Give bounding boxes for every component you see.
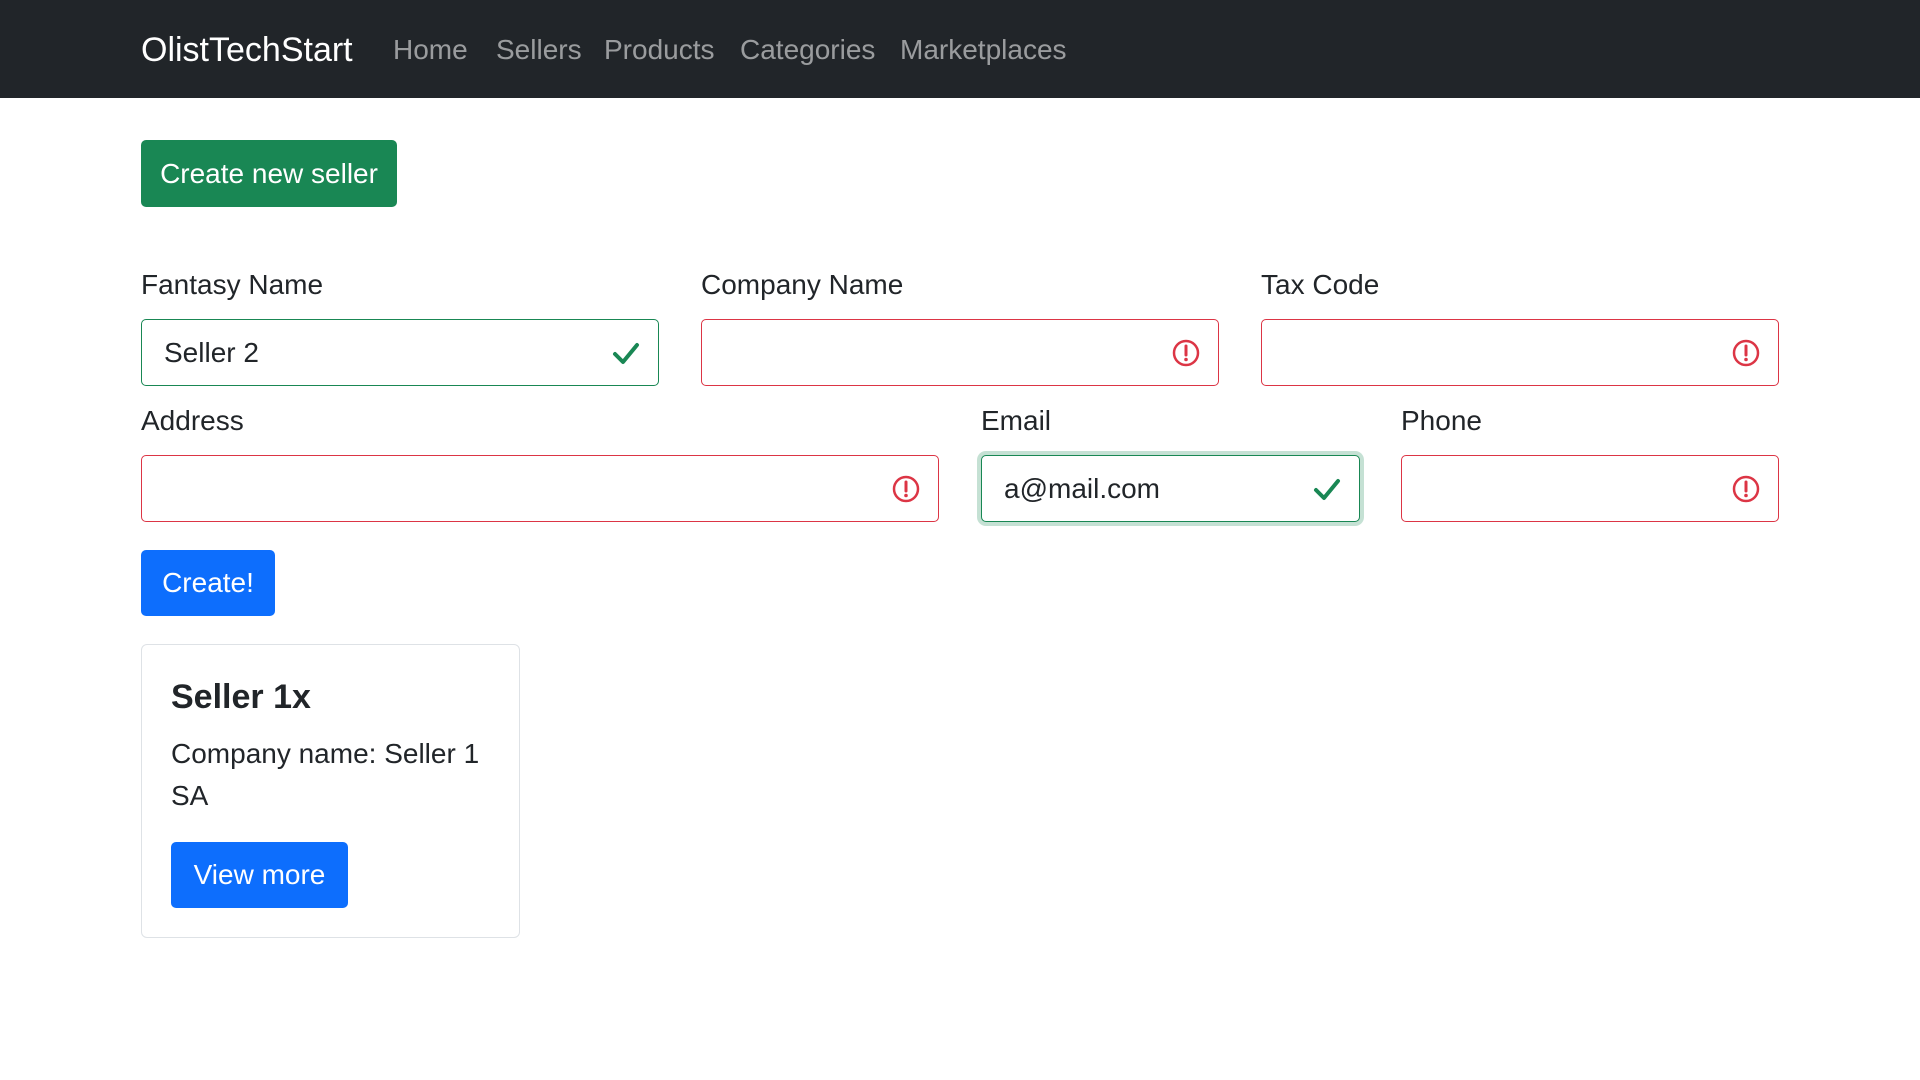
check-icon [1314,478,1340,500]
company-name-label: Company Name [701,269,904,300]
address-field-wrapper [141,455,939,522]
tax-code-input[interactable] [1284,320,1720,385]
exclamation-circle-icon [1732,475,1760,502]
tax-code-field-wrapper [1261,319,1779,386]
tax-code-label: Tax Code [1261,269,1380,300]
nav-link-categories[interactable]: Categories [740,33,875,67]
company-name-field-wrapper [701,319,1219,386]
address-input[interactable] [164,456,880,521]
exclamation-circle-icon [1172,339,1200,366]
exclamation-circle-icon [1732,339,1760,366]
company-name-input[interactable] [724,320,1160,385]
nav-link-marketplaces[interactable]: Marketplaces [900,33,1067,67]
exclamation-circle-icon [892,475,920,502]
seller-card: Seller 1x Company name: Seller 1 SA View… [141,644,520,938]
phone-field-wrapper [1401,455,1779,522]
fantasy-name-field-wrapper [141,319,659,386]
email-field-wrapper [981,455,1360,522]
phone-input[interactable] [1424,456,1720,521]
view-more-button[interactable]: View more [171,842,348,908]
seller-card-title: Seller 1x [171,678,311,716]
phone-label: Phone [1401,405,1482,436]
email-label: Email [981,405,1052,436]
check-icon [613,342,639,364]
address-label: Address [141,405,244,436]
fantasy-name-label: Fantasy Name [141,269,324,300]
nav-link-products[interactable]: Products [604,33,715,67]
email-input[interactable] [1004,456,1301,521]
brand-logo-text[interactable]: OlistTechStart [141,30,353,70]
seller-card-company: Company name: Seller 1 SA [171,738,480,811]
create-new-seller-button[interactable]: Create new seller [141,140,397,207]
nav-link-sellers[interactable]: Sellers [496,33,582,67]
fantasy-name-input[interactable] [164,320,600,385]
nav-link-home[interactable]: Home [393,33,468,67]
top-navbar: OlistTechStart Home Sellers Products Cat… [0,0,1920,98]
create-submit-button[interactable]: Create! [141,550,275,616]
